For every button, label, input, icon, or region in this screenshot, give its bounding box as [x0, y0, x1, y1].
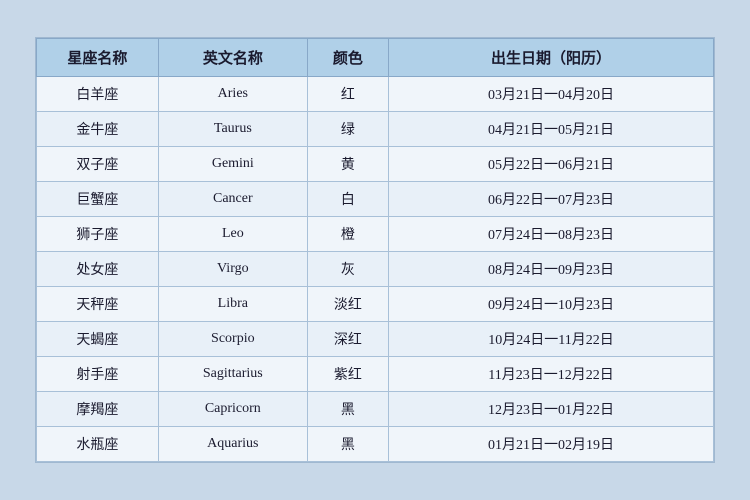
- table-row: 天秤座Libra淡红09月24日一10月23日: [37, 287, 714, 322]
- cell-date: 08月24日一09月23日: [389, 252, 714, 287]
- cell-english: Capricorn: [158, 392, 307, 427]
- cell-color: 白: [307, 182, 388, 217]
- table-row: 摩羯座Capricorn黑12月23日一01月22日: [37, 392, 714, 427]
- cell-chinese: 天秤座: [37, 287, 159, 322]
- cell-english: Leo: [158, 217, 307, 252]
- cell-english: Scorpio: [158, 322, 307, 357]
- table-row: 水瓶座Aquarius黑01月21日一02月19日: [37, 427, 714, 462]
- cell-english: Libra: [158, 287, 307, 322]
- cell-english: Aquarius: [158, 427, 307, 462]
- table-row: 巨蟹座Cancer白06月22日一07月23日: [37, 182, 714, 217]
- cell-chinese: 处女座: [37, 252, 159, 287]
- table-row: 狮子座Leo橙07月24日一08月23日: [37, 217, 714, 252]
- cell-chinese: 摩羯座: [37, 392, 159, 427]
- cell-date: 05月22日一06月21日: [389, 147, 714, 182]
- cell-color: 黑: [307, 392, 388, 427]
- cell-english: Virgo: [158, 252, 307, 287]
- cell-date: 09月24日一10月23日: [389, 287, 714, 322]
- table-row: 射手座Sagittarius紫红11月23日一12月22日: [37, 357, 714, 392]
- cell-chinese: 天蝎座: [37, 322, 159, 357]
- cell-chinese: 巨蟹座: [37, 182, 159, 217]
- table-header-row: 星座名称 英文名称 颜色 出生日期（阳历）: [37, 39, 714, 77]
- table-row: 金牛座Taurus绿04月21日一05月21日: [37, 112, 714, 147]
- table-row: 处女座Virgo灰08月24日一09月23日: [37, 252, 714, 287]
- cell-date: 11月23日一12月22日: [389, 357, 714, 392]
- cell-color: 红: [307, 77, 388, 112]
- cell-english: Gemini: [158, 147, 307, 182]
- cell-color: 淡红: [307, 287, 388, 322]
- table-row: 双子座Gemini黄05月22日一06月21日: [37, 147, 714, 182]
- cell-date: 12月23日一01月22日: [389, 392, 714, 427]
- cell-date: 06月22日一07月23日: [389, 182, 714, 217]
- cell-chinese: 双子座: [37, 147, 159, 182]
- cell-english: Sagittarius: [158, 357, 307, 392]
- cell-color: 灰: [307, 252, 388, 287]
- cell-date: 03月21日一04月20日: [389, 77, 714, 112]
- table-row: 白羊座Aries红03月21日一04月20日: [37, 77, 714, 112]
- cell-color: 黄: [307, 147, 388, 182]
- cell-color: 黑: [307, 427, 388, 462]
- cell-color: 深红: [307, 322, 388, 357]
- cell-chinese: 狮子座: [37, 217, 159, 252]
- zodiac-table: 星座名称 英文名称 颜色 出生日期（阳历） 白羊座Aries红03月21日一04…: [36, 38, 714, 462]
- cell-date: 10月24日一11月22日: [389, 322, 714, 357]
- header-english: 英文名称: [158, 39, 307, 77]
- cell-chinese: 射手座: [37, 357, 159, 392]
- cell-color: 紫红: [307, 357, 388, 392]
- cell-chinese: 白羊座: [37, 77, 159, 112]
- cell-date: 04月21日一05月21日: [389, 112, 714, 147]
- header-color: 颜色: [307, 39, 388, 77]
- cell-chinese: 水瓶座: [37, 427, 159, 462]
- header-date: 出生日期（阳历）: [389, 39, 714, 77]
- cell-date: 07月24日一08月23日: [389, 217, 714, 252]
- header-chinese: 星座名称: [37, 39, 159, 77]
- cell-english: Cancer: [158, 182, 307, 217]
- cell-english: Taurus: [158, 112, 307, 147]
- cell-color: 橙: [307, 217, 388, 252]
- table-row: 天蝎座Scorpio深红10月24日一11月22日: [37, 322, 714, 357]
- cell-date: 01月21日一02月19日: [389, 427, 714, 462]
- cell-color: 绿: [307, 112, 388, 147]
- cell-chinese: 金牛座: [37, 112, 159, 147]
- cell-english: Aries: [158, 77, 307, 112]
- table-body: 白羊座Aries红03月21日一04月20日金牛座Taurus绿04月21日一0…: [37, 77, 714, 462]
- zodiac-table-container: 星座名称 英文名称 颜色 出生日期（阳历） 白羊座Aries红03月21日一04…: [35, 37, 715, 463]
